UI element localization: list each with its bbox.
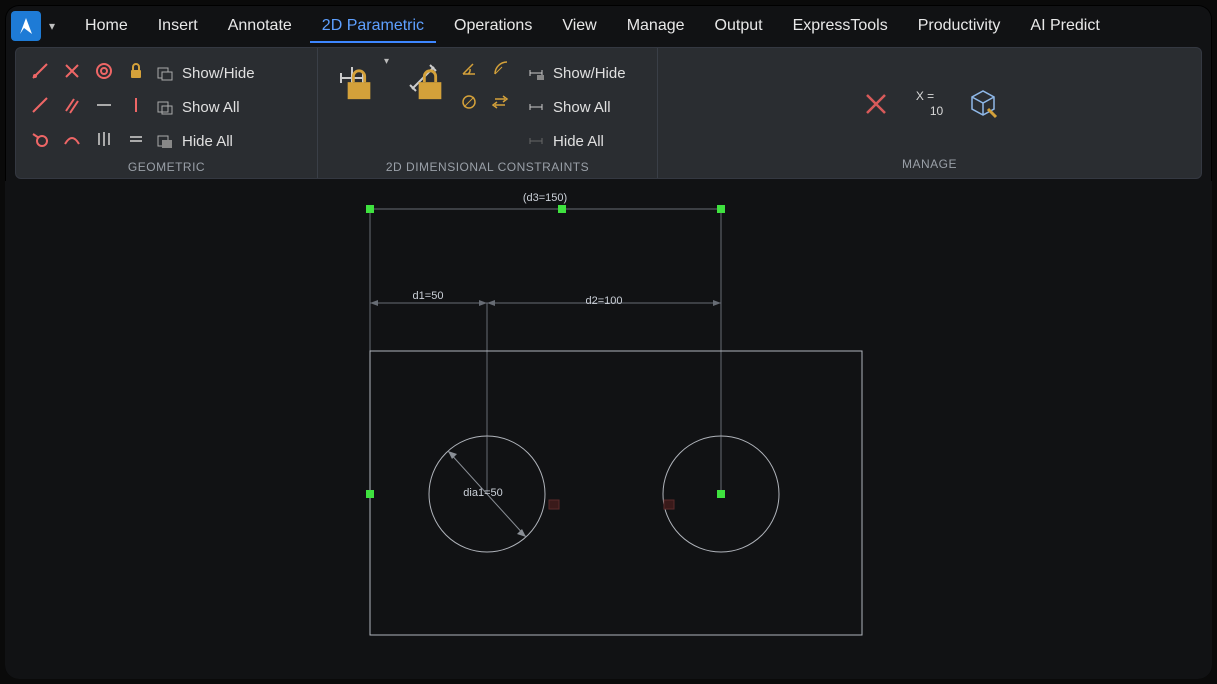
geo-showall-button[interactable]: Show All xyxy=(154,92,255,122)
menu-insert[interactable]: Insert xyxy=(146,9,210,43)
dim-hideall-button[interactable]: Hide All xyxy=(525,126,626,156)
menu-operations[interactable]: Operations xyxy=(442,9,544,43)
linear-constraint-icon[interactable] xyxy=(330,56,374,100)
dim-dia1-label[interactable]: dia1=50 xyxy=(463,487,502,499)
perpendicular-icon[interactable] xyxy=(60,59,84,83)
geo-showall-label: Show All xyxy=(182,99,240,116)
menu-output[interactable]: Output xyxy=(703,9,775,43)
dim-d3-label[interactable]: (d3=150) xyxy=(523,192,567,204)
geo-hideall-label: Hide All xyxy=(182,133,233,150)
menu-ai-predict[interactable]: AI Predict xyxy=(1018,9,1111,43)
panel-manage: X = 10 MANAGE xyxy=(658,48,1201,178)
dim-showall-label: Show All xyxy=(553,99,611,116)
delete-constraints-icon[interactable] xyxy=(854,82,898,126)
grip[interactable] xyxy=(366,490,374,498)
panel-geometric: Show/Hide Show All Hide All GEOMETRIC xyxy=(16,48,318,178)
symmetric-icon[interactable] xyxy=(92,127,116,151)
app-logo[interactable] xyxy=(11,11,41,41)
grip[interactable] xyxy=(558,205,566,213)
diameter-constraint-icon[interactable] xyxy=(457,90,481,114)
dim-showhide-button[interactable]: Show/Hide xyxy=(525,58,626,88)
show-all-icon xyxy=(154,96,176,118)
dim-showhide-label: Show/Hide xyxy=(553,65,626,82)
design-constraint-icon[interactable] xyxy=(961,82,1005,126)
panel-dimensional: ▾ Show/Hide xyxy=(318,48,658,178)
hide-all-icon xyxy=(154,130,176,152)
parallel-icon[interactable] xyxy=(60,93,84,117)
geo-showhide-label: Show/Hide xyxy=(182,65,255,82)
panel-manage-title: MANAGE xyxy=(670,153,1189,172)
dim-hide-all-icon xyxy=(525,130,547,152)
horizontal-icon[interactable] xyxy=(92,93,116,117)
convert-constraint-icon[interactable] xyxy=(489,90,513,114)
aligned-constraint-icon[interactable] xyxy=(401,56,445,100)
grip[interactable] xyxy=(717,490,725,498)
show-hide-icon xyxy=(154,62,176,84)
geo-hideall-button[interactable]: Hide All xyxy=(154,126,255,156)
radius-constraint-icon[interactable] xyxy=(489,56,513,80)
menu-manage[interactable]: Manage xyxy=(615,9,697,43)
param-label: X = xyxy=(916,89,934,103)
menu-2d-parametric[interactable]: 2D Parametric xyxy=(310,9,436,43)
concentric-icon[interactable] xyxy=(92,59,116,83)
coincident-icon[interactable] xyxy=(28,59,52,83)
dim-d1-label[interactable]: d1=50 xyxy=(413,290,444,302)
collinear-icon[interactable] xyxy=(28,93,52,117)
param-value: 10 xyxy=(916,104,943,118)
grip[interactable] xyxy=(366,205,374,213)
constraint-marker-2[interactable] xyxy=(664,500,674,509)
menubar: ▾ Home Insert Annotate 2D Parametric Ope… xyxy=(5,5,1212,47)
dim-d2-label[interactable]: d2=100 xyxy=(585,295,622,307)
angular-constraint-icon[interactable] xyxy=(457,56,481,80)
menu-home[interactable]: Home xyxy=(73,9,140,43)
equal-icon[interactable] xyxy=(124,127,148,151)
geo-showhide-button[interactable]: Show/Hide xyxy=(154,58,255,88)
tangent-icon[interactable] xyxy=(28,127,52,151)
panel-geometric-title: GEOMETRIC xyxy=(28,156,305,175)
dim-show-all-icon xyxy=(525,96,547,118)
app-menu-chevron-icon[interactable]: ▾ xyxy=(49,19,55,33)
dim-hideall-label: Hide All xyxy=(553,133,604,150)
constraint-marker-1[interactable] xyxy=(549,500,559,509)
menu-view[interactable]: View xyxy=(550,9,608,43)
panel-dimensional-title: 2D DIMENSIONAL CONSTRAINTS xyxy=(330,156,645,175)
drawing-canvas[interactable]: (d3=150) d1=50 d2=100 dia1=50 xyxy=(5,181,1212,679)
grip[interactable] xyxy=(717,205,725,213)
vertical-icon[interactable] xyxy=(124,93,148,117)
dim-show-hide-icon xyxy=(525,62,547,84)
menu-productivity[interactable]: Productivity xyxy=(906,9,1013,43)
linear-dropdown-icon[interactable]: ▾ xyxy=(384,56,389,67)
smooth-icon[interactable] xyxy=(60,127,84,151)
menu-expresstools[interactable]: ExpressTools xyxy=(781,9,900,43)
drawing-rectangle[interactable] xyxy=(370,351,862,635)
fix-lock-icon[interactable] xyxy=(124,59,148,83)
ribbon: Show/Hide Show All Hide All GEOMETRIC xyxy=(15,47,1202,179)
menu-annotate[interactable]: Annotate xyxy=(216,9,304,43)
dim-showall-button[interactable]: Show All xyxy=(525,92,626,122)
